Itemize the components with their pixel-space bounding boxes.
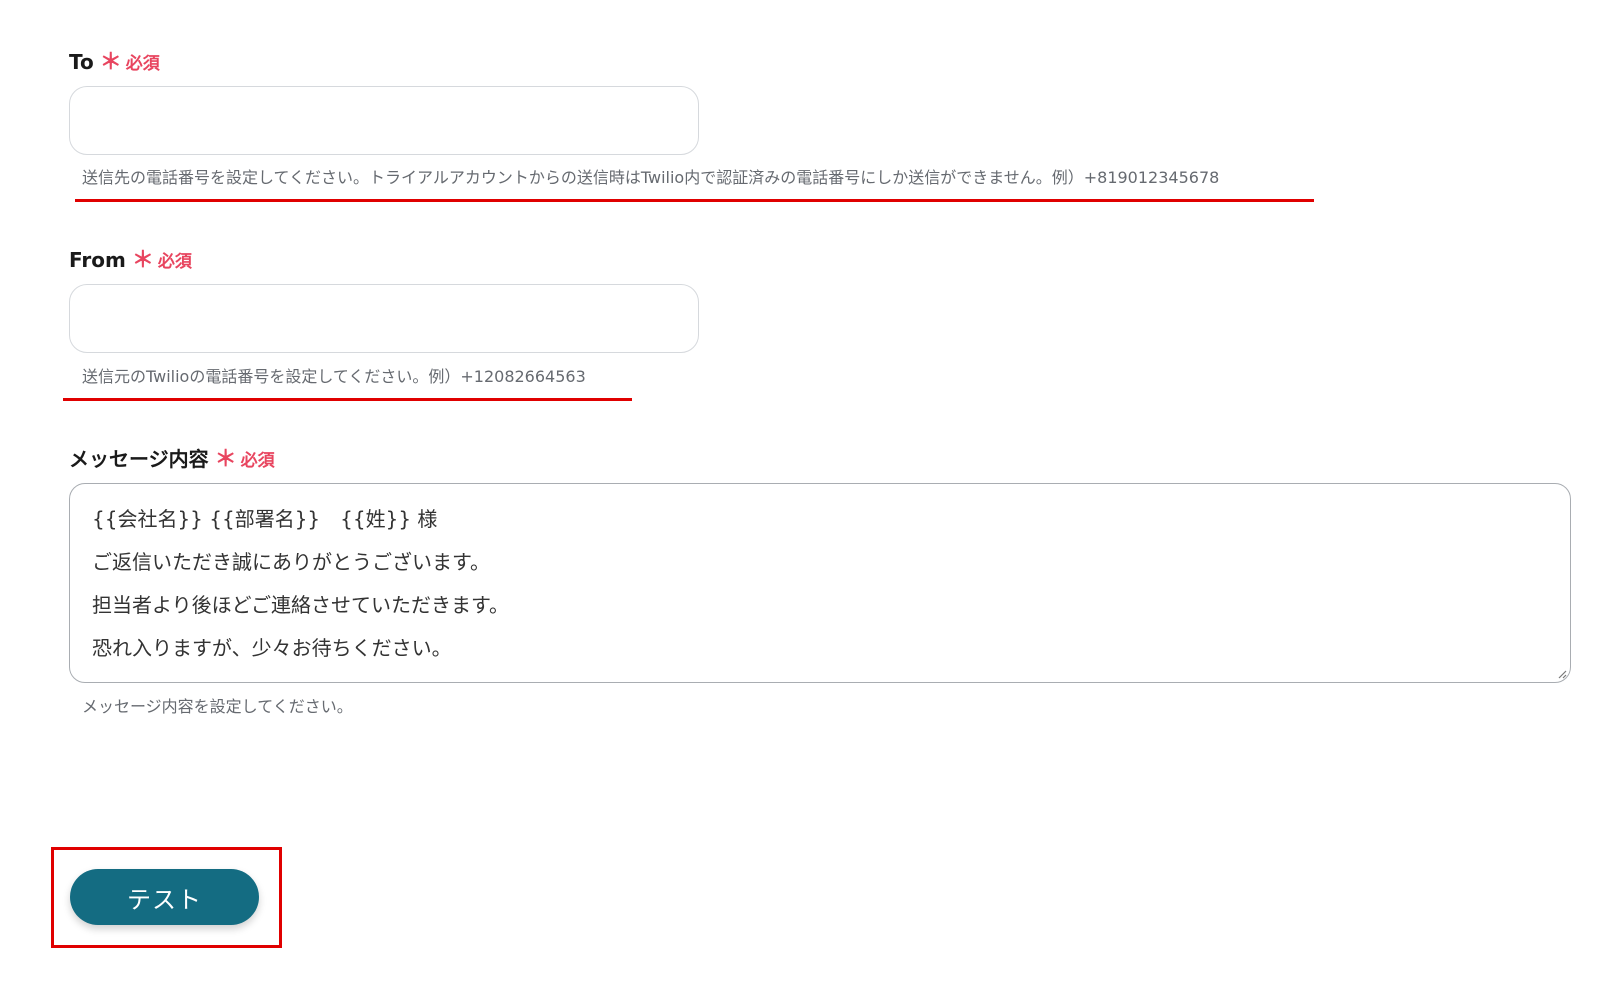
from-help-annotation-underline (63, 398, 632, 401)
message-label-text: メッセージ内容 (69, 447, 209, 471)
resize-handle-icon[interactable] (1557, 669, 1567, 679)
required-badge: 必須 (157, 252, 192, 272)
message-field-label: メッセージ内容 ＊ 必須 (69, 441, 275, 473)
required-badge: 必須 (125, 54, 160, 74)
to-help-annotation-underline (75, 199, 1314, 202)
from-label-text: From (69, 248, 126, 272)
required-asterisk-icon: ＊ (99, 50, 122, 75)
test-button[interactable]: テスト (70, 869, 259, 925)
message-textarea[interactable]: {{会社名}} {{部署名}} {{姓}} 様 ご返信いただき誠にありがとうござ… (69, 483, 1571, 683)
from-help-text: 送信元のTwilioの電話番号を設定してください。例）+12082664563 (82, 367, 586, 386)
to-label-text: To (69, 50, 94, 74)
message-help-text: メッセージ内容を設定してください。 (82, 697, 353, 716)
message-line: 担当者より後ほどご連絡させていただきます。 (92, 593, 509, 617)
required-asterisk-icon: ＊ (214, 447, 237, 472)
from-input[interactable] (69, 284, 699, 353)
required-asterisk-icon: ＊ (131, 248, 154, 273)
message-line: ご返信いただき誠にありがとうございます。 (92, 550, 490, 574)
to-help-text: 送信先の電話番号を設定してください。トライアルアカウントからの送信時はTwili… (82, 168, 1220, 187)
required-badge: 必須 (240, 451, 275, 471)
to-field-label: To ＊ 必須 (69, 44, 160, 76)
to-input[interactable] (69, 86, 699, 155)
from-field-label: From ＊ 必須 (69, 242, 192, 274)
message-line: 恐れ入りますが、少々お待ちください。 (92, 636, 452, 660)
message-line: {{会社名}} {{部署名}} {{姓}} 様 (92, 507, 438, 531)
